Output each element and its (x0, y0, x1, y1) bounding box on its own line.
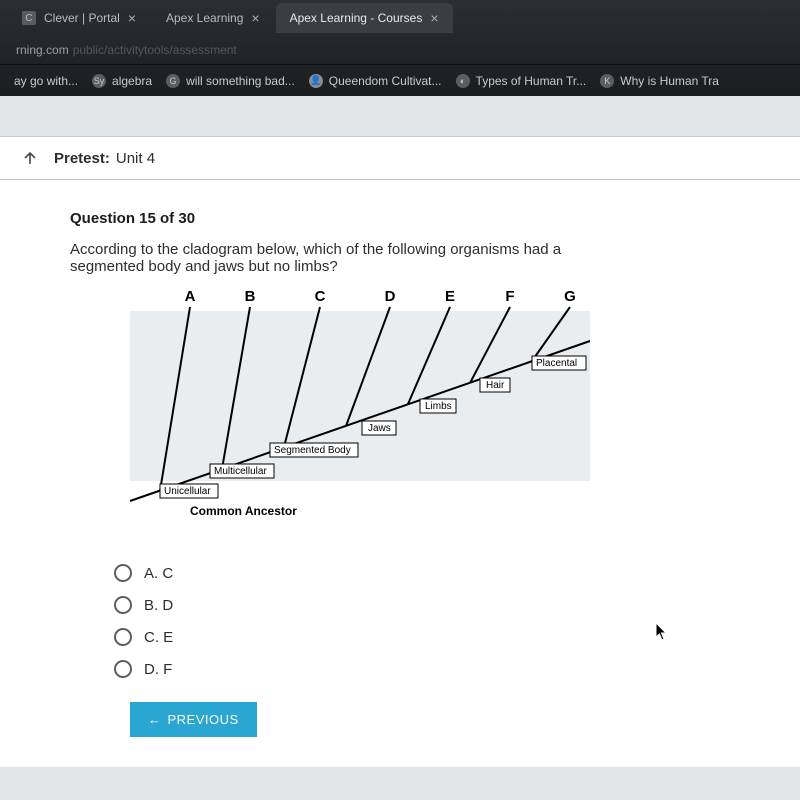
bookmark-icon: Sy (92, 74, 106, 88)
bookmark-label: Queendom Cultivat... (329, 74, 442, 88)
tab-label: Apex Learning - Courses (290, 11, 423, 25)
answer-label: B. D (144, 597, 173, 614)
close-icon[interactable]: × (128, 10, 136, 26)
url-path: public/activitytools/assessment (73, 43, 237, 57)
bookmark-label: will something bad... (186, 74, 295, 88)
bookmark-icon: K (600, 74, 614, 88)
page-gap (0, 96, 800, 136)
bookmark-icon: G (166, 74, 180, 88)
tab-label: Apex Learning (166, 11, 243, 25)
close-icon[interactable]: × (430, 10, 438, 26)
question-text: According to the cladogram below, which … (70, 241, 630, 275)
answer-b[interactable]: B. D (114, 596, 730, 614)
tip-A: A (185, 288, 196, 305)
cladogram-svg: A B C D E F G Unicellular Multicellula (100, 281, 600, 541)
previous-label: PREVIOUS (168, 712, 239, 727)
tab-label: Clever | Portal (44, 11, 120, 25)
trait-multicellular: Multicellular (210, 464, 274, 478)
answer-c[interactable]: C. E (114, 628, 730, 646)
trait-segmented: Segmented Body (270, 443, 358, 457)
bookmark-label: Types of Human Tr... (476, 74, 587, 88)
bookmark-typeshuman[interactable]: ◐ Types of Human Tr... (456, 74, 587, 88)
svg-text:Limbs: Limbs (425, 401, 452, 412)
previous-button[interactable]: ← PREVIOUS (130, 702, 257, 737)
svg-text:Jaws: Jaws (368, 423, 391, 434)
question-title: Question 15 of 30 (70, 210, 730, 227)
url-bar[interactable]: rning.com public/activitytools/assessmen… (0, 36, 800, 64)
svg-text:Hair: Hair (486, 380, 505, 391)
browser-chrome: C Clever | Portal × Apex Learning × Apex… (0, 0, 800, 96)
trait-jaws: Jaws (362, 421, 396, 435)
tab-apex-courses[interactable]: Apex Learning - Courses × (276, 3, 453, 33)
tip-F: F (505, 288, 514, 305)
bookmark-label: Why is Human Tra (620, 74, 719, 88)
answer-label: D. F (144, 661, 172, 678)
root-label: Common Ancestor (190, 504, 297, 518)
bookmark-label: algebra (112, 74, 152, 88)
close-icon[interactable]: × (251, 10, 259, 26)
bookmark-willsomething[interactable]: G will something bad... (166, 74, 295, 88)
radio-icon[interactable] (114, 564, 132, 582)
answer-a[interactable]: A. C (114, 564, 730, 582)
back-up-icon[interactable] (20, 148, 40, 168)
page-header: Pretest: Unit 4 (0, 136, 800, 180)
tip-G: G (564, 288, 576, 305)
tip-C: C (315, 288, 326, 305)
person-icon: 👤 (309, 74, 323, 88)
question-content: Question 15 of 30 According to the clado… (0, 180, 800, 767)
tab-strip: C Clever | Portal × Apex Learning × Apex… (0, 0, 800, 36)
header-unit: Unit 4 (116, 150, 155, 167)
bookmark-whyhuman[interactable]: K Why is Human Tra (600, 74, 719, 88)
bookmark-algebra[interactable]: Sy algebra (92, 74, 152, 88)
tip-B: B (245, 288, 256, 305)
favicon-clever: C (22, 11, 36, 25)
answer-d[interactable]: D. F (114, 660, 730, 678)
tip-D: D (385, 288, 396, 305)
trait-placental: Placental (532, 356, 586, 370)
bookmark-queendom[interactable]: 👤 Queendom Cultivat... (309, 74, 442, 88)
bookmark-label: ay go with... (14, 74, 78, 88)
bookmark-aygowith[interactable]: ay go with... (14, 74, 78, 88)
answer-label: C. E (144, 629, 173, 646)
bookmarks-bar: ay go with... Sy algebra G will somethin… (0, 64, 800, 96)
radio-icon[interactable] (114, 660, 132, 678)
svg-text:Placental: Placental (536, 358, 577, 369)
arrow-left-icon: ← (148, 712, 162, 727)
radio-icon[interactable] (114, 596, 132, 614)
tab-clever[interactable]: C Clever | Portal × (8, 3, 150, 33)
cladogram-figure: A B C D E F G Unicellular Multicellula (100, 281, 730, 546)
answer-label: A. C (144, 565, 173, 582)
trait-hair: Hair (480, 378, 510, 392)
bookmark-icon: ◐ (456, 74, 470, 88)
svg-text:Unicellular: Unicellular (164, 486, 211, 497)
radio-icon[interactable] (114, 628, 132, 646)
tip-E: E (445, 288, 455, 305)
svg-text:Multicellular: Multicellular (214, 466, 267, 477)
trait-limbs: Limbs (420, 399, 456, 413)
tab-apex-learning[interactable]: Apex Learning × (152, 3, 274, 33)
trait-unicellular: Unicellular (160, 484, 218, 498)
answer-list: A. C B. D C. E D. F (114, 564, 730, 678)
svg-text:Segmented Body: Segmented Body (274, 445, 351, 456)
url-host: rning.com (16, 43, 69, 57)
header-prefix: Pretest: (54, 150, 110, 167)
